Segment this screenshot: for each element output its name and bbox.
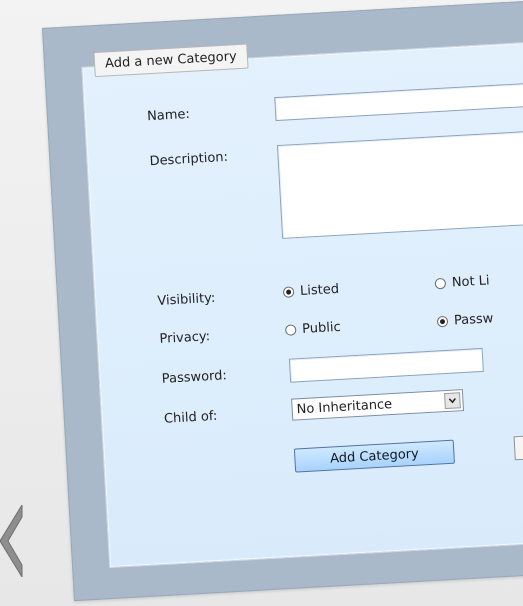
- password-label: Password:: [161, 368, 228, 387]
- visibility-option-listed[interactable]: Listed: [282, 281, 340, 300]
- visibility-option-not-listed[interactable]: Not Li: [434, 273, 490, 291]
- secondary-button[interactable]: [513, 431, 523, 461]
- form-title-tab: Add a new Category: [93, 43, 249, 78]
- visibility-option-label-not-listed: Not Li: [451, 273, 490, 291]
- add-category-button-label: Add Category: [329, 446, 420, 467]
- privacy-option-password[interactable]: Passw: [436, 311, 494, 329]
- radio-unchecked-icon: [284, 324, 297, 336]
- privacy-option-label-public: Public: [301, 319, 342, 337]
- form-panel: Add a new Category Name: Description: Vi…: [81, 36, 523, 569]
- chevron-down-icon[interactable]: [444, 392, 461, 410]
- form-title: Add a new Category: [104, 49, 238, 72]
- child-of-selected-value: No Inheritance: [296, 396, 393, 417]
- radio-checked-icon: [282, 286, 295, 298]
- add-category-button[interactable]: Add Category: [293, 439, 455, 473]
- privacy-option-label-password: Passw: [453, 311, 494, 329]
- visibility-label: Visibility:: [157, 290, 216, 309]
- form-panel-frame: Add a new Category Name: Description: Vi…: [42, 0, 523, 602]
- description-textarea[interactable]: [276, 127, 523, 239]
- visibility-option-label-listed: Listed: [299, 281, 340, 299]
- radio-unchecked-icon: [434, 277, 447, 290]
- arrow-shape-icon: [0, 505, 23, 577]
- description-label: Description:: [149, 149, 229, 170]
- screenshot-stage: Add a new Category Name: Description: Vi…: [0, 0, 523, 606]
- radio-checked-icon: [436, 315, 449, 328]
- name-label: Name:: [146, 106, 191, 125]
- password-input[interactable]: [288, 347, 484, 383]
- child-of-label: Child of:: [163, 408, 218, 427]
- actions-row: Add Category: [104, 429, 523, 487]
- privacy-label: Privacy:: [159, 329, 211, 347]
- privacy-option-public[interactable]: Public: [284, 319, 342, 338]
- name-input[interactable]: [274, 79, 523, 122]
- child-of-select[interactable]: No Inheritance: [291, 389, 465, 421]
